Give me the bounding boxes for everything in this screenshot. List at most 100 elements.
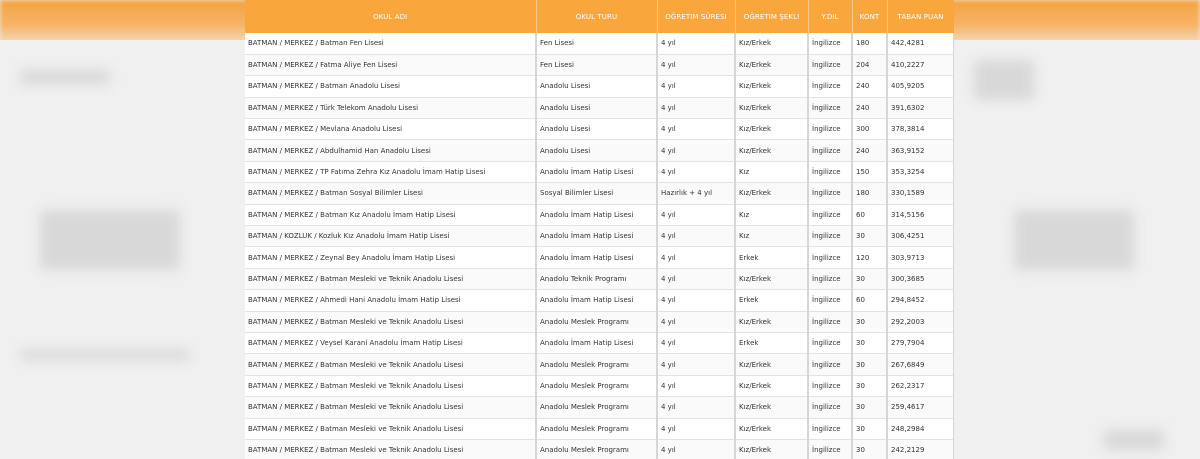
cell-school-type: Anadolu İmam Hatip Lisesi [536,225,658,248]
table-row[interactable]: BATMAN / MERKEZ / Batman Anadolu Lisesi A… [245,75,954,98]
cell-quota: 240 [852,97,888,120]
table-row[interactable]: BATMAN / MERKEZ / Türk Telekom Anadolu L… [245,97,954,120]
school-scores-table-container: OKUL ADI OKUL TURU OĞRETIM SÜRESI OĞRETIM Ş… [245,0,954,459]
cell-education-type: Kız [735,225,809,248]
cell-base-score: 378,3814 [887,118,954,141]
cell-education-duration: 4 yıl [657,139,736,162]
cell-foreign-language: İngilizce [808,118,853,141]
cell-quota: 60 [852,289,888,312]
header-kontenjan[interactable]: KONT [852,0,888,33]
cell-education-type: Kız/Erkek [735,418,809,440]
table-row[interactable]: BATMAN / MERKEZ / Fatma Aliye Fen Lisesi… [245,54,954,77]
cell-school-name: BATMAN / MERKEZ / Ahmedi Hani Anadolu İm… [245,289,537,312]
cell-school-type: Anadolu Meslek Programı [536,353,658,376]
table-row[interactable]: BATMAN / MERKEZ / Batman Mesleki ve Tekn… [245,268,954,291]
cell-base-score: 294,8452 [887,289,954,312]
cell-base-score: 405,9205 [887,75,954,98]
cell-education-type: Erkek [735,289,809,312]
cell-foreign-language: İngilizce [808,268,853,291]
cell-foreign-language: İngilizce [808,439,853,459]
cell-foreign-language: İngilizce [808,225,853,248]
cell-quota: 120 [852,246,888,269]
table-row[interactable]: BATMAN / MERKEZ / Abdulhamid Han Anadolu… [245,139,954,162]
blurred-block [1014,210,1134,270]
cell-school-type: Fen Lisesi [536,33,658,55]
cell-foreign-language: İngilizce [808,33,853,55]
cell-education-duration: 4 yıl [657,311,736,333]
cell-base-score: 353,3254 [887,161,954,184]
cell-quota: 30 [852,225,888,248]
cell-education-duration: 4 yıl [657,204,736,227]
cell-base-score: 279,7904 [887,332,954,355]
cell-school-name: BATMAN / MERKEZ / Batman Fen Lisesi [245,33,537,55]
table-row[interactable]: BATMAN / MERKEZ / Batman Mesleki ve Tekn… [245,375,954,398]
table-row[interactable]: BATMAN / KOZLUK / Kozluk Kız Anadolu İma… [245,225,954,248]
cell-foreign-language: İngilizce [808,332,853,355]
header-okul-turu[interactable]: OKUL TURU [536,0,658,33]
cell-base-score: 262,2317 [887,375,954,398]
table-row[interactable]: BATMAN / MERKEZ / Batman Mesleki ve Tekn… [245,439,954,459]
table-row[interactable]: BATMAN / MERKEZ / Zeynal Bey Anadolu İma… [245,246,954,269]
cell-school-type: Anadolu Meslek Programı [536,375,658,398]
cell-school-type: Anadolu Teknik Programı [536,268,658,291]
cell-quota: 180 [852,182,888,205]
cell-education-duration: 4 yıl [657,353,736,376]
cell-quota: 30 [852,418,888,440]
cell-education-duration: 4 yıl [657,225,736,248]
table-row[interactable]: BATMAN / MERKEZ / Batman Mesleki ve Tekn… [245,418,954,440]
cell-education-duration: 4 yıl [657,33,736,55]
cell-school-name: BATMAN / MERKEZ / Batman Sosyal Bilimler… [245,182,537,205]
cell-school-name: BATMAN / MERKEZ / Zeynal Bey Anadolu İma… [245,246,537,269]
header-okul-adi[interactable]: OKUL ADI [245,0,537,33]
cell-quota: 180 [852,33,888,55]
cell-base-score: 303,9713 [887,246,954,269]
cell-school-type: Anadolu Lisesi [536,75,658,98]
table-row[interactable]: BATMAN / MERKEZ / Batman Mesleki ve Tekn… [245,396,954,419]
cell-foreign-language: İngilizce [808,289,853,312]
table-header-row: OKUL ADI OKUL TURU OĞRETIM SÜRESI OĞRETIM Ş… [245,0,954,33]
cell-school-name: BATMAN / MERKEZ / Batman Anadolu Lisesi [245,75,537,98]
cell-school-type: Anadolu İmam Hatip Lisesi [536,204,658,227]
cell-foreign-language: İngilizce [808,75,853,98]
cell-education-type: Kız/Erkek [735,139,809,162]
cell-base-score: 442,4281 [887,33,954,55]
header-taban-puan[interactable]: TABAN PUAN [887,0,954,33]
cell-education-type: Erkek [735,246,809,269]
cell-school-type: Anadolu İmam Hatip Lisesi [536,332,658,355]
cell-education-type: Kız/Erkek [735,396,809,419]
cell-school-name: BATMAN / MERKEZ / Mevlana Anadolu Lisesi [245,118,537,141]
header-yabanci-dil[interactable]: Y.DIL [808,0,853,33]
cell-education-duration: 4 yıl [657,439,736,459]
cell-education-duration: 4 yıl [657,246,736,269]
cell-quota: 60 [852,204,888,227]
cell-base-score: 259,4617 [887,396,954,419]
cell-quota: 150 [852,161,888,184]
header-ogretim-suresi[interactable]: OĞRETIM SÜRESI [657,0,736,33]
cell-school-name: BATMAN / MERKEZ / Batman Mesleki ve Tekn… [245,418,537,440]
table-row[interactable]: BATMAN / MERKEZ / Batman Mesleki ve Tekn… [245,353,954,376]
table-row[interactable]: BATMAN / MERKEZ / TP Fatıma Zehra Kız An… [245,161,954,184]
cell-foreign-language: İngilizce [808,375,853,398]
table-row[interactable]: BATMAN / MERKEZ / Batman Fen Lisesi Fen L… [245,33,954,55]
table-row[interactable]: BATMAN / MERKEZ / Batman Sosyal Bilimler… [245,182,954,205]
cell-education-type: Kız/Erkek [735,375,809,398]
cell-school-type: Anadolu İmam Hatip Lisesi [536,246,658,269]
table-row[interactable]: BATMAN / MERKEZ / Batman Mesleki ve Tekn… [245,311,954,333]
cell-base-score: 363,9152 [887,139,954,162]
cell-education-duration: 4 yıl [657,332,736,355]
table-row[interactable]: BATMAN / MERKEZ / Ahmedi Hani Anadolu İm… [245,289,954,312]
cell-quota: 300 [852,118,888,141]
cell-quota: 30 [852,396,888,419]
cell-quota: 30 [852,439,888,459]
table-row[interactable]: BATMAN / MERKEZ / Batman Kız Anadolu İma… [245,204,954,227]
table-row[interactable]: BATMAN / MERKEZ / Mevlana Anadolu Lisesi… [245,118,954,141]
header-ogretim-sekli[interactable]: OĞRETIM ŞEKLI [735,0,809,33]
cell-school-type: Anadolu Meslek Programı [536,396,658,419]
cell-education-type: Kız/Erkek [735,439,809,459]
cell-education-duration: 4 yıl [657,289,736,312]
cell-foreign-language: İngilizce [808,161,853,184]
table-row[interactable]: BATMAN / MERKEZ / Veysel Karani Anadolu … [245,332,954,355]
cell-education-type: Kız/Erkek [735,311,809,333]
background-left-panel [0,40,246,459]
cell-education-duration: 4 yıl [657,118,736,141]
